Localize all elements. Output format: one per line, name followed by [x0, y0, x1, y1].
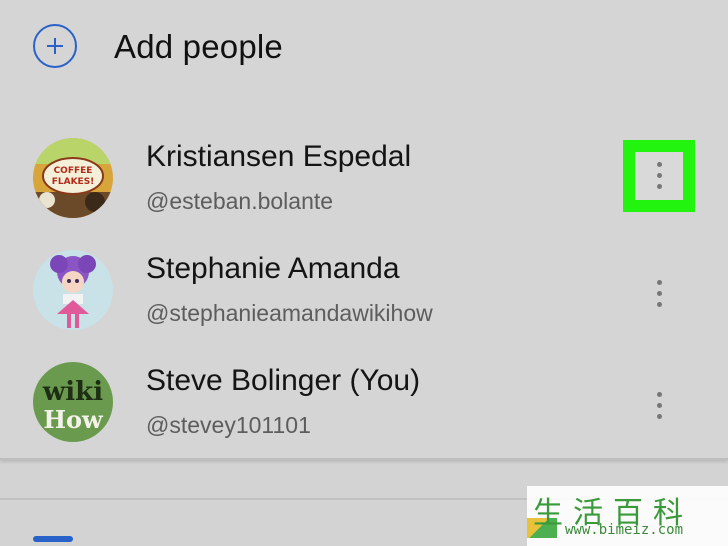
add-people-row[interactable]: Add people — [0, 0, 728, 96]
more-vertical-icon[interactable] — [635, 264, 683, 312]
person-handle: @stephanieamandawikihow — [146, 300, 433, 326]
more-options-button[interactable] — [623, 364, 695, 436]
avatar-text-coffee: COFFEE — [54, 166, 93, 176]
avatar-text-how: How — [43, 405, 104, 434]
screen: Add people COFFEE FLAKES! Kristiansen Es… — [0, 0, 728, 546]
person-row[interactable]: COFFEE FLAKES! Kristiansen Espedal @este… — [0, 102, 728, 218]
more-vertical-icon[interactable] — [635, 376, 683, 424]
person-name: Steve Bolinger (You) — [146, 364, 421, 397]
more-vertical-icon[interactable] — [635, 152, 683, 200]
coffee-flakes-avatar[interactable]: COFFEE FLAKES! — [33, 138, 113, 218]
person-handle: @esteban.bolante — [146, 188, 334, 214]
plus-circle-icon[interactable] — [33, 24, 77, 68]
bottom-link-partial[interactable] — [33, 536, 77, 546]
wikihow-avatar[interactable]: wiki How — [33, 362, 113, 442]
watermark: 生活百科 www.bimeiz.com — [527, 486, 728, 546]
watermark-url: www.bimeiz.com — [565, 522, 684, 538]
more-options-button[interactable] — [623, 140, 695, 212]
avatar-text-wiki: wiki — [42, 377, 103, 407]
people-panel: Add people COFFEE FLAKES! Kristiansen Es… — [0, 0, 728, 460]
person-name: Kristiansen Espedal — [146, 140, 412, 173]
add-people-label[interactable]: Add people — [114, 28, 283, 66]
doll-avatar[interactable] — [33, 250, 113, 330]
person-name: Stephanie Amanda — [146, 252, 400, 285]
avatar-text-flakes: FLAKES! — [52, 177, 95, 187]
person-row[interactable]: wiki How Steve Bolinger (You) @stevey101… — [0, 326, 728, 442]
person-handle: @stevey101101 — [146, 412, 311, 438]
more-options-button[interactable] — [623, 252, 695, 324]
person-row[interactable]: Stephanie Amanda @stephanieamandawikihow — [0, 214, 728, 330]
